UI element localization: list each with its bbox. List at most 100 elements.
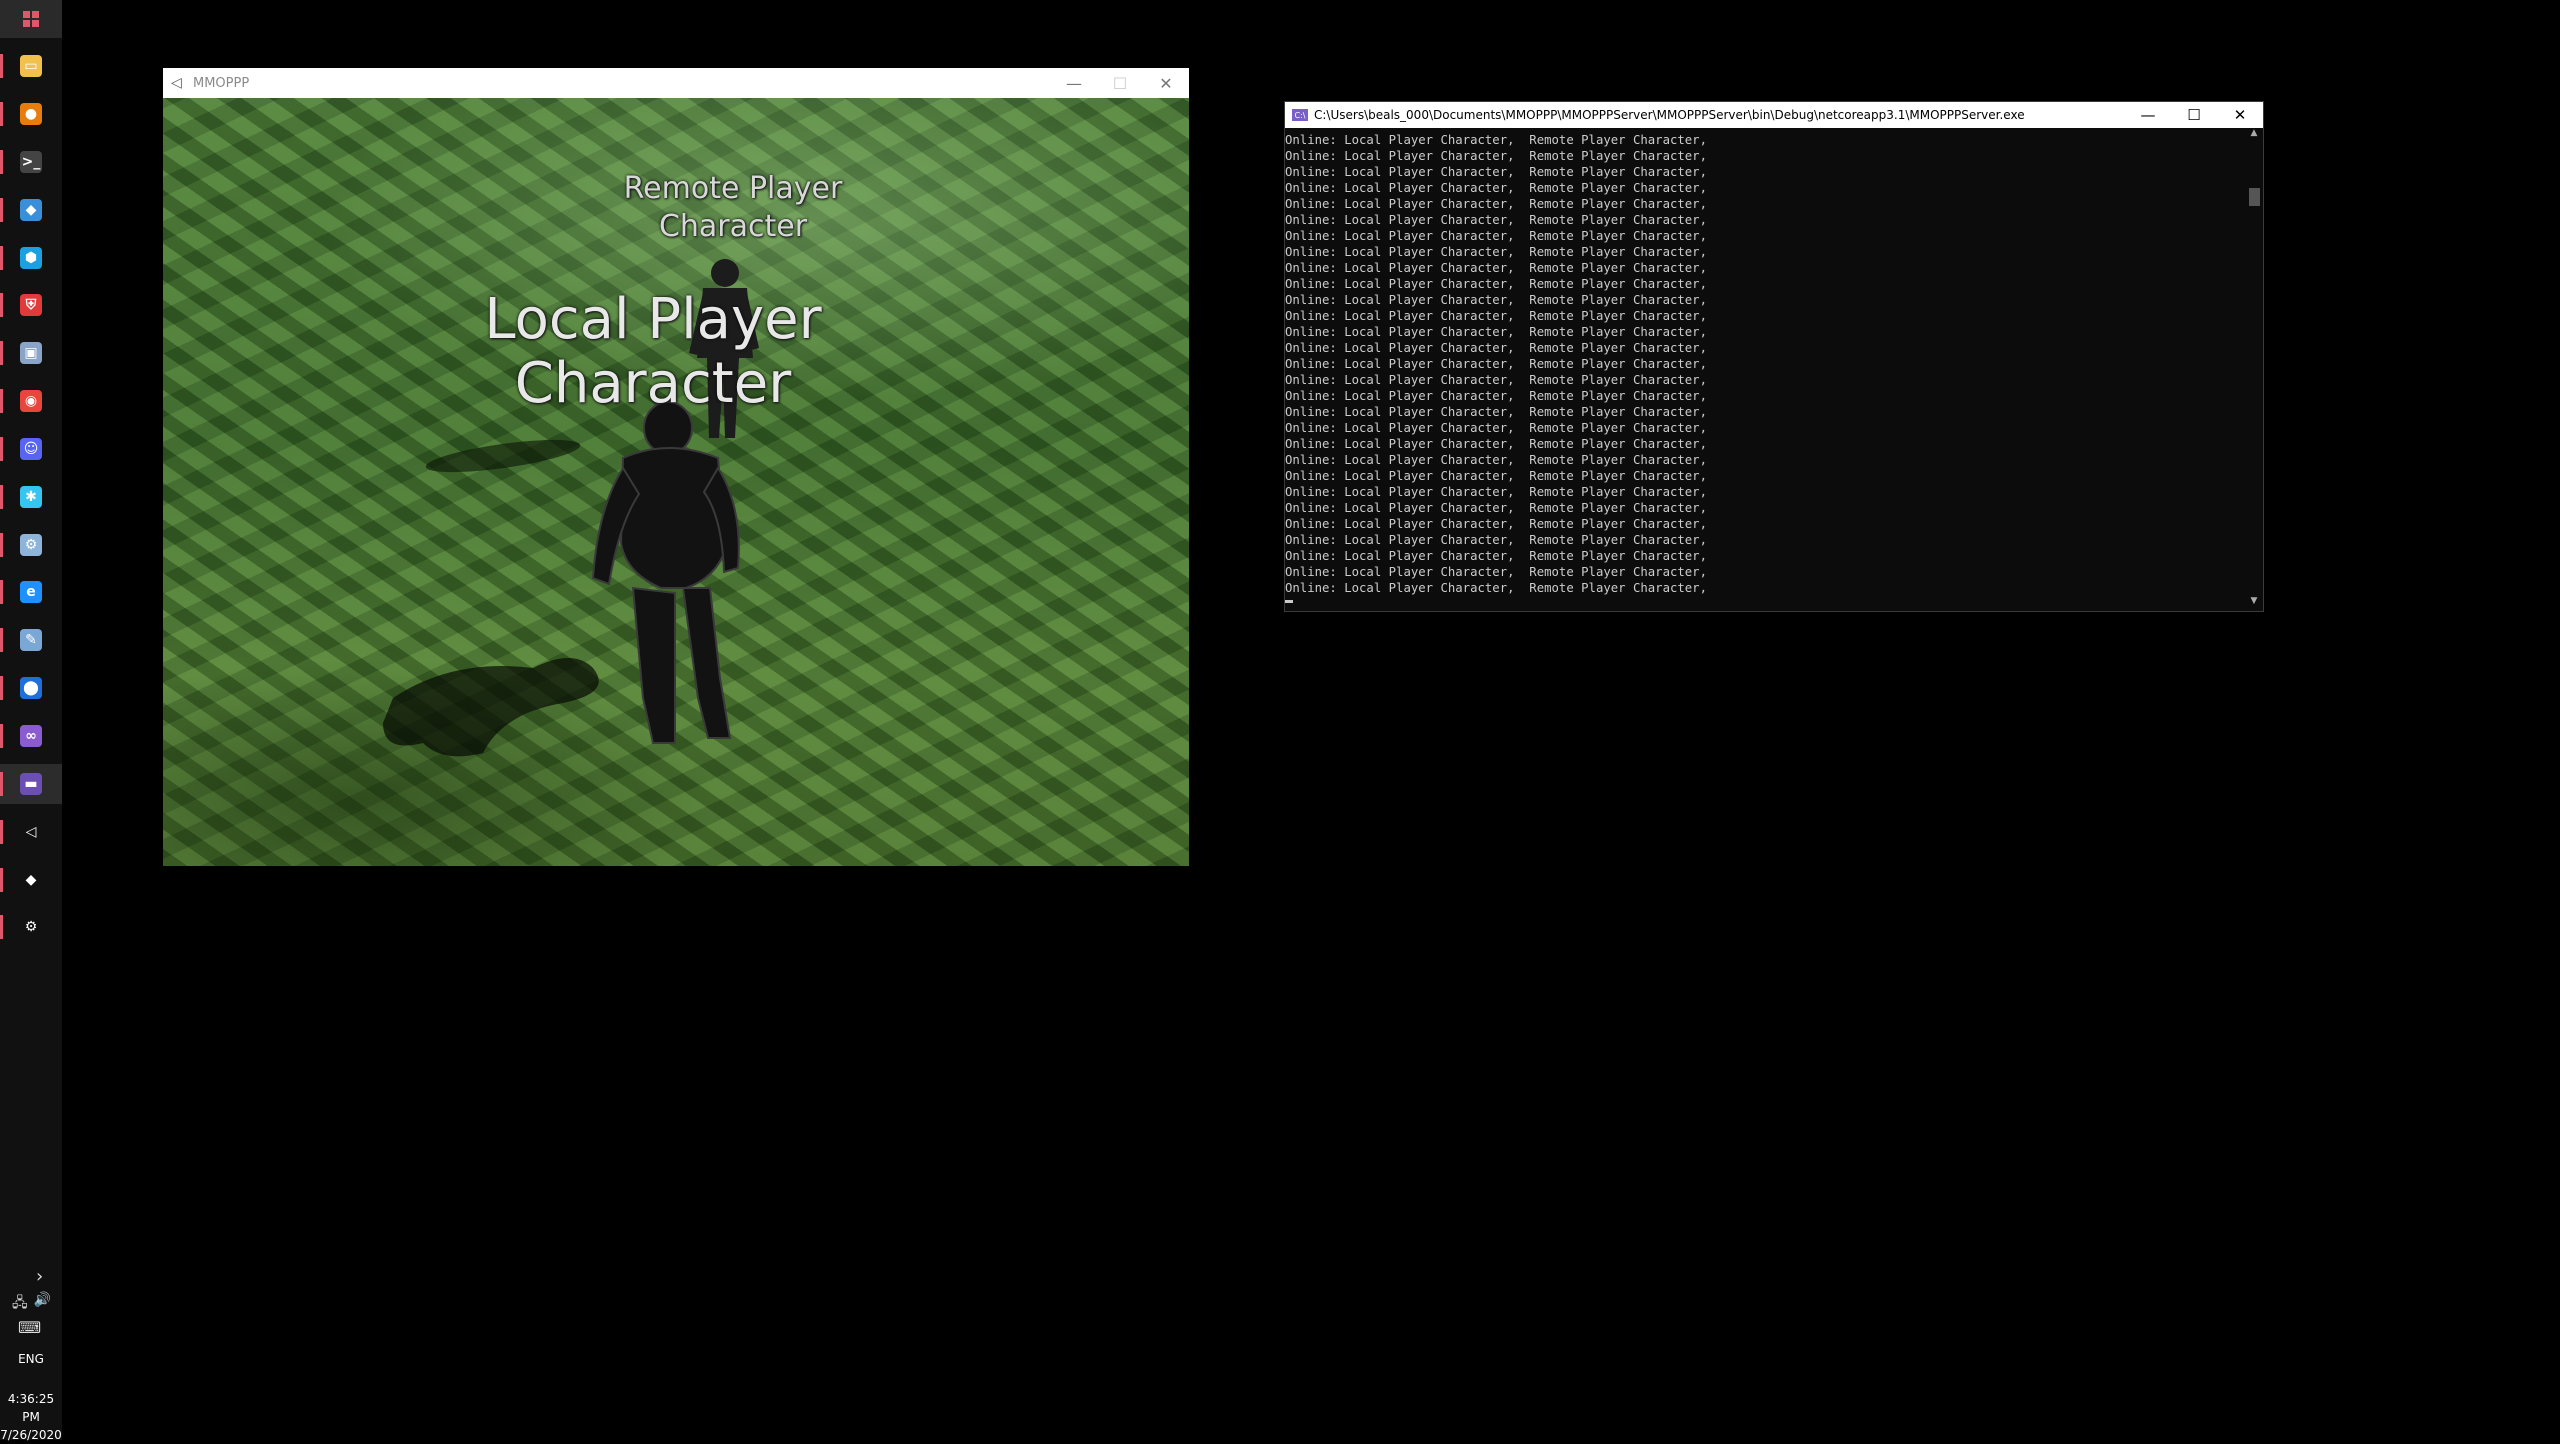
console-app-icon: C:\ [1292, 109, 1308, 121]
running-indicator [0, 389, 3, 413]
console-line: Online: Local Player Character, Remote P… [1285, 581, 1707, 595]
remote-player-label: Remote Player Character [583, 170, 883, 246]
console-line: Online: Local Player Character, Remote P… [1285, 549, 1707, 563]
maps-icon: ⬤ [20, 677, 42, 699]
game-title-bar[interactable]: ◁ MMOPPP — ☐ ✕ [163, 68, 1189, 98]
taskbar: ▭ ● >_ ◆ ⬢ ⛨ ▣ ◉ ☺ ✱ ⚙ e ✎ ⬤ ∞ ▬ ◁ ◆ ⚙ › 🖧 🔊 ⌨ ENG 4:36:25… [0, 0, 62, 1442]
local-player-label: Local Player Character [463, 288, 843, 416]
running-indicator [0, 485, 3, 509]
clock[interactable]: 4:36:25 PM 7/26/2020 [0, 1390, 62, 1444]
local-player-character [591, 401, 740, 744]
volume-icon[interactable]: 🔊 [34, 1292, 51, 1316]
discord-icon: ☺ [20, 438, 42, 460]
taskbar-button-visual-studio[interactable]: ∞ [0, 716, 62, 756]
scroll-down-arrow-icon[interactable]: ▼ [2245, 596, 2263, 610]
edge-icon: e [20, 581, 42, 603]
console-output[interactable]: Online: Local Player Character, Remote P… [1285, 128, 2243, 610]
remote-label-line2: Character [658, 209, 808, 244]
input-language[interactable]: ENG [0, 1352, 62, 1366]
running-indicator [0, 341, 3, 365]
unity-icon: ◁ [171, 75, 182, 91]
taskbar-button-slack[interactable]: ✱ [0, 477, 62, 517]
game-viewport[interactable]: Remote Player Character Local Player Cha… [163, 98, 1189, 866]
touch-keyboard-icon[interactable]: ⌨ [18, 1318, 41, 1337]
console-line: Online: Local Player Character, Remote P… [1285, 133, 1707, 147]
console-line: Online: Local Player Character, Remote P… [1285, 293, 1707, 307]
taskbar-button-discord[interactable]: ☺ [0, 429, 62, 469]
taskbar-button-terminal[interactable]: >_ [0, 142, 62, 182]
taskbar-button-maps[interactable]: ⬤ [0, 668, 62, 708]
visual-studio-icon: ∞ [20, 725, 42, 747]
console-title-bar[interactable]: C:\ C:\Users\beals_000\Documents\MMOPPP\… [1285, 102, 2263, 128]
console-line: Online: Local Player Character, Remote P… [1285, 309, 1707, 323]
console-line: Online: Local Player Character, Remote P… [1285, 469, 1707, 483]
local-label-line1: Local Player [484, 287, 822, 352]
windows-logo-icon [23, 11, 39, 27]
running-indicator [0, 54, 3, 78]
running-indicator [0, 437, 3, 461]
console-line: Online: Local Player Character, Remote P… [1285, 261, 1707, 275]
unity-hub-icon: ◆ [25, 872, 37, 888]
taskbar-button-photos[interactable]: ▣ [0, 333, 62, 373]
console-scrollbar[interactable]: ▲ ▼ [2245, 128, 2263, 610]
running-indicator [0, 820, 3, 844]
remote-character-shadow [425, 439, 581, 473]
running-indicator [0, 724, 3, 748]
taskbar-button-unity[interactable]: ◁ [0, 812, 62, 852]
console-line: Online: Local Player Character, Remote P… [1285, 421, 1707, 435]
slack-icon: ✱ [20, 486, 42, 508]
settings-icon: ⚙ [24, 919, 38, 935]
console-cursor [1285, 600, 1293, 603]
photos-icon: ▣ [20, 342, 42, 364]
taskbar-button-notepad[interactable]: ✎ [0, 620, 62, 660]
scroll-up-arrow-icon[interactable]: ▲ [2245, 128, 2263, 142]
start-button[interactable] [0, 0, 62, 38]
console-line: Online: Local Player Character, Remote P… [1285, 165, 1707, 179]
notepad-icon: ✎ [20, 629, 42, 651]
console-lines: Online: Local Player Character, Remote P… [1285, 128, 2243, 596]
running-indicator [0, 915, 3, 939]
taskbar-button-shield-app[interactable]: ⬢ [0, 238, 62, 278]
security-app-icon: ⛨ [20, 294, 42, 316]
console-line: Online: Local Player Character, Remote P… [1285, 325, 1707, 339]
console-line: Online: Local Player Character, Remote P… [1285, 437, 1707, 451]
taskbar-button-security-app[interactable]: ⛨ [0, 285, 62, 325]
taskbar-button-chrome[interactable]: ◉ [0, 381, 62, 421]
game-window-title: MMOPPP [193, 75, 250, 91]
taskbar-button-steam[interactable]: ⚙ [0, 525, 62, 565]
maximize-button[interactable]: ☐ [1097, 68, 1143, 98]
console-close-button[interactable]: ✕ [2217, 102, 2263, 128]
taskbar-button-edge[interactable]: e [0, 572, 62, 612]
network-icon[interactable]: 🖧 [12, 1292, 28, 1316]
console-maximize-button[interactable]: ☐ [2171, 102, 2217, 128]
clock-time: 4:36:25 PM [7, 1392, 55, 1424]
paint-icon: ◆ [20, 199, 42, 221]
taskbar-button-file-explorer[interactable]: ▭ [0, 46, 62, 86]
console-line: Online: Local Player Character, Remote P… [1285, 149, 1707, 163]
running-indicator [0, 102, 3, 126]
taskbar-button-unity-hub[interactable]: ◆ [0, 860, 62, 900]
running-indicator [0, 580, 3, 604]
console-window-title: C:\Users\beals_000\Documents\MMOPPP\MMOP… [1314, 108, 2025, 122]
scroll-thumb[interactable] [2249, 188, 2260, 206]
remote-label-line1: Remote Player [623, 171, 843, 206]
close-button[interactable]: ✕ [1143, 68, 1189, 98]
console-line: Online: Local Player Character, Remote P… [1285, 453, 1707, 467]
console-line: Online: Local Player Character, Remote P… [1285, 373, 1707, 387]
running-indicator [0, 198, 3, 222]
unity-icon: ◁ [25, 824, 37, 840]
terminal-icon: >_ [20, 151, 42, 173]
running-indicator [0, 246, 3, 270]
console-line: Online: Local Player Character, Remote P… [1285, 197, 1707, 211]
taskbar-button-paint[interactable]: ◆ [0, 190, 62, 230]
minimize-button[interactable]: — [1051, 68, 1097, 98]
running-indicator [0, 533, 3, 557]
taskbar-button-blender[interactable]: ● [0, 94, 62, 134]
console-line: Online: Local Player Character, Remote P… [1285, 533, 1707, 547]
taskbar-button-settings[interactable]: ⚙ [0, 907, 62, 947]
show-hidden-icons-chevron-icon[interactable]: › [36, 1266, 43, 1287]
taskbar-button-console-app[interactable]: ▬ [0, 764, 62, 804]
console-line: Online: Local Player Character, Remote P… [1285, 485, 1707, 499]
console-app-icon: ▬ [20, 773, 42, 795]
console-minimize-button[interactable]: — [2125, 102, 2171, 128]
